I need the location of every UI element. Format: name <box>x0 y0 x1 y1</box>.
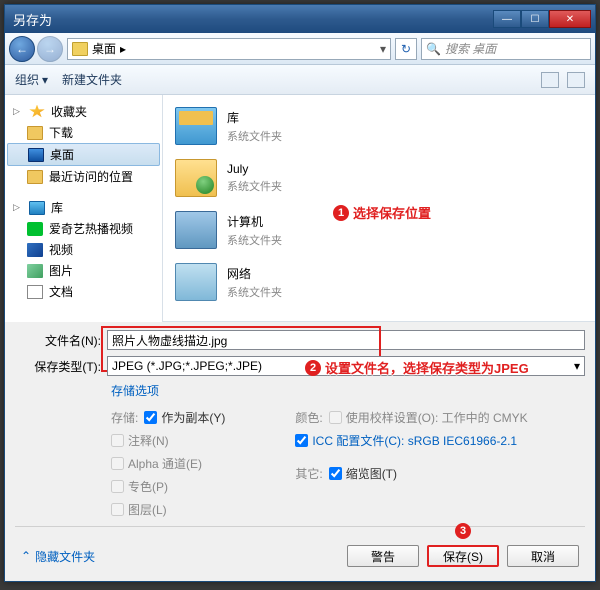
sidebar-item-documents[interactable]: 文档 <box>5 281 162 302</box>
hide-folders-link[interactable]: ⌃隐藏文件夹 <box>21 548 95 565</box>
alpha-checkbox[interactable]: Alpha 通道(E) <box>111 455 225 472</box>
network-icon <box>175 263 217 301</box>
save-as-dialog: 另存为 — ☐ ✕ ← → 桌面 ▸ ▾ ↻ 🔍 搜索 桌面 组织▾ 新建文件夹 <box>4 4 596 582</box>
folder-icon <box>72 42 88 56</box>
path-segment[interactable]: 桌面 <box>92 40 116 57</box>
spot-checkbox[interactable]: 专色(P) <box>111 478 225 495</box>
list-item[interactable]: 计算机系统文件夹 <box>171 207 587 253</box>
window-title: 另存为 <box>13 10 493 29</box>
refresh-button[interactable]: ↻ <box>395 38 417 60</box>
library-icon <box>175 107 217 145</box>
thumbnail-checkbox[interactable]: 缩览图(T) <box>329 465 397 482</box>
close-button[interactable]: ✕ <box>549 10 591 28</box>
copy-checkbox[interactable]: 作为副本(Y) <box>144 409 225 426</box>
list-item[interactable]: July系统文件夹 <box>171 155 587 201</box>
sidebar-item-pictures[interactable]: 图片 <box>5 260 162 281</box>
list-item[interactable]: 库系统文件夹 <box>171 103 587 149</box>
sidebar-favorites-header[interactable]: ▷收藏夹 <box>5 101 162 122</box>
titlebar[interactable]: 另存为 — ☐ ✕ <box>5 5 595 33</box>
nav-bar: ← → 桌面 ▸ ▾ ↻ 🔍 搜索 桌面 <box>5 33 595 65</box>
folder-icon <box>27 170 43 184</box>
save-button[interactable]: 保存(S) <box>427 545 499 567</box>
minimize-button[interactable]: — <box>493 10 521 28</box>
image-icon <box>27 264 43 278</box>
sidebar-item-recent[interactable]: 最近访问的位置 <box>5 166 162 187</box>
search-icon: 🔍 <box>426 42 441 56</box>
sidebar: ▷收藏夹 下载 桌面 最近访问的位置 ▷库 爱奇艺热播视频 视频 图片 文档 <box>5 95 163 322</box>
new-folder-button[interactable]: 新建文件夹 <box>62 71 122 88</box>
chevron-right-icon: ▸ <box>120 42 126 56</box>
filename-input[interactable] <box>107 330 585 350</box>
proof-checkbox[interactable]: 使用校样设置(O): 工作中的 CMYK <box>329 409 528 426</box>
sidebar-item-videos[interactable]: 视频 <box>5 239 162 260</box>
chevron-down-icon[interactable]: ▾ <box>380 42 386 56</box>
icc-checkbox[interactable]: ICC 配置文件(C): sRGB IEC61966-2.1 <box>295 432 527 449</box>
sidebar-libraries-header[interactable]: ▷库 <box>5 197 162 218</box>
folder-icon <box>27 126 43 140</box>
warning-button[interactable]: 警告 <box>347 545 419 567</box>
view-options-button[interactable] <box>541 72 559 88</box>
save-options-panel: 文件名(N): 保存类型(T): JPEG (*.JPG;*.JPEG;*.JP… <box>5 322 595 581</box>
sidebar-item-iqiyi[interactable]: 爱奇艺热播视频 <box>5 218 162 239</box>
star-icon <box>29 105 45 119</box>
document-icon <box>27 285 43 299</box>
video-icon <box>27 243 43 257</box>
filetype-label: 保存类型(T): <box>15 358 101 375</box>
search-input[interactable]: 🔍 搜索 桌面 <box>421 38 591 60</box>
sidebar-item-desktop[interactable]: 桌面 <box>7 143 160 166</box>
maximize-button[interactable]: ☐ <box>521 10 549 28</box>
cancel-button[interactable]: 取消 <box>507 545 579 567</box>
chevron-down-icon: ▾ <box>42 73 48 87</box>
toolbar: 组织▾ 新建文件夹 <box>5 65 595 95</box>
sidebar-item-downloads[interactable]: 下载 <box>5 122 162 143</box>
help-button[interactable] <box>567 72 585 88</box>
list-item[interactable]: 网络系统文件夹 <box>171 259 587 305</box>
file-list[interactable]: 库系统文件夹 July系统文件夹 计算机系统文件夹 网络系统文件夹 1选择保存位… <box>163 95 595 322</box>
back-button[interactable]: ← <box>9 36 35 62</box>
breadcrumb[interactable]: 桌面 ▸ ▾ <box>67 38 391 60</box>
search-placeholder: 搜索 桌面 <box>445 40 496 57</box>
chevron-up-icon: ⌃ <box>21 549 31 563</box>
chevron-down-icon: ▾ <box>574 359 580 373</box>
computer-icon <box>175 211 217 249</box>
layers-checkbox[interactable]: 图层(L) <box>111 501 225 518</box>
notes-checkbox[interactable]: 注释(N) <box>111 432 225 449</box>
save-options-link[interactable]: 存储选项 <box>111 384 159 398</box>
filetype-combo[interactable]: JPEG (*.JPG;*.JPEG;*.JPE)▾ <box>107 356 585 376</box>
desktop-icon <box>28 148 44 162</box>
organize-menu[interactable]: 组织▾ <box>15 71 48 88</box>
library-icon <box>29 201 45 215</box>
iqiyi-icon <box>27 222 43 236</box>
filename-label: 文件名(N): <box>15 332 101 349</box>
forward-button[interactable]: → <box>37 36 63 62</box>
user-folder-icon <box>175 159 217 197</box>
